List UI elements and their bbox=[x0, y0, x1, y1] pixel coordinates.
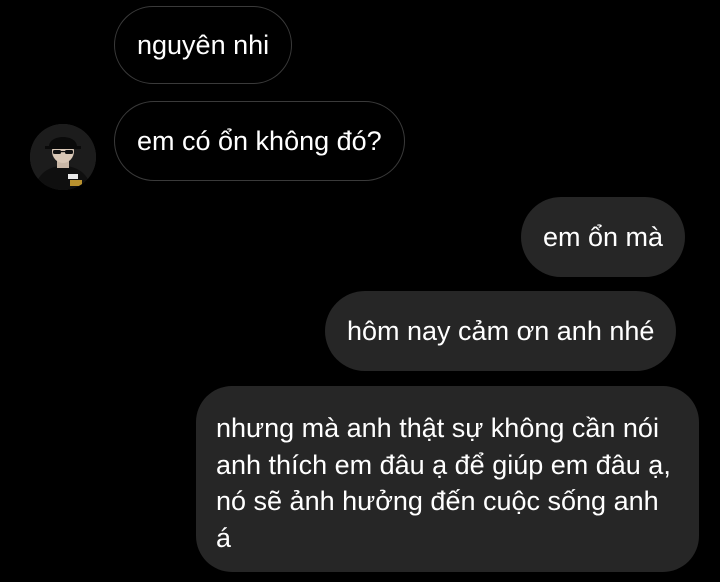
incoming-message-bubble[interactable]: nguyên nhi bbox=[114, 6, 293, 84]
message-text: em ổn mà bbox=[543, 222, 664, 252]
contact-avatar[interactable] bbox=[30, 124, 96, 190]
outgoing-message-bubble[interactable]: nhưng mà anh thật sự không cần nói anh t… bbox=[196, 386, 699, 572]
outgoing-message-bubble[interactable]: hôm nay cảm ơn anh nhé bbox=[325, 291, 677, 371]
message-text: em có ổn không đó? bbox=[137, 126, 382, 156]
message-text: hôm nay cảm ơn anh nhé bbox=[347, 316, 655, 346]
message-text: nguyên nhi bbox=[137, 30, 270, 60]
outgoing-message-bubble[interactable]: em ổn mà bbox=[521, 197, 686, 277]
incoming-message-bubble[interactable]: em có ổn không đó? bbox=[114, 101, 405, 181]
avatar-photo-icon bbox=[30, 124, 96, 190]
message-text: nhưng mà anh thật sự không cần nói anh t… bbox=[216, 413, 671, 553]
